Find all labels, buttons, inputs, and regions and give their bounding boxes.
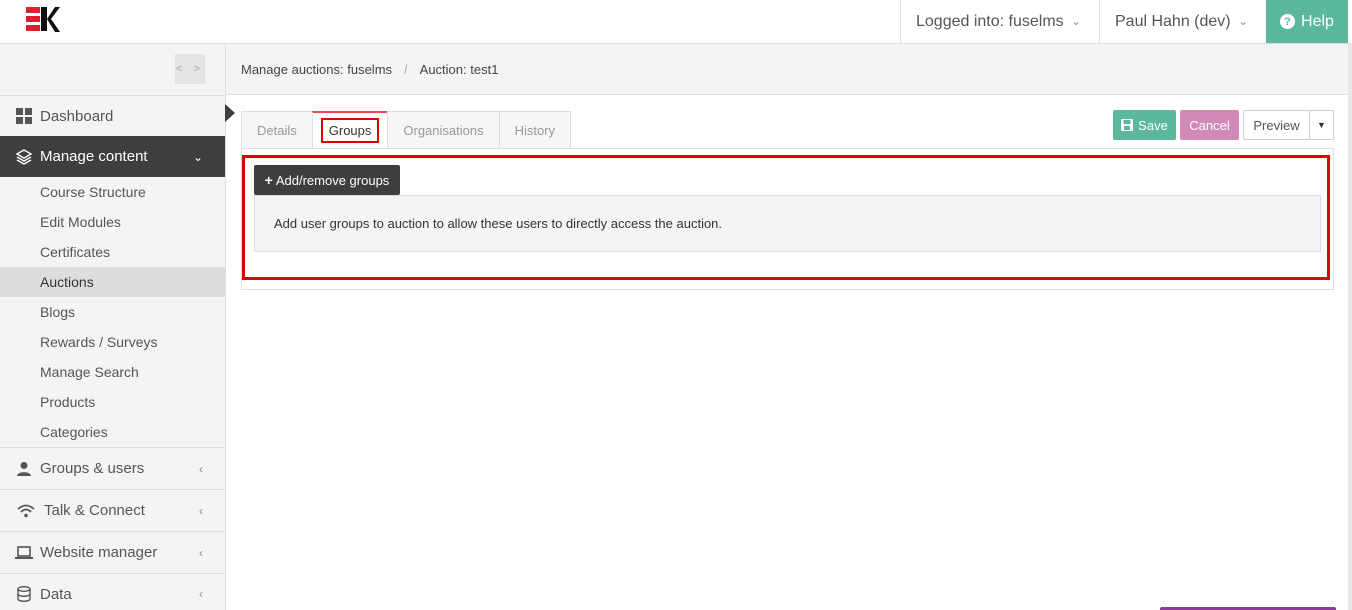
- sidebar-item-label: Talk & Connect: [44, 502, 145, 519]
- chevron-left-icon: ‹: [199, 587, 203, 601]
- plus-icon: +: [264, 172, 273, 188]
- help-label: Help: [1301, 12, 1334, 30]
- sidebar-item-data[interactable]: Data ‹: [0, 574, 225, 610]
- tab-groups[interactable]: Groups: [311, 111, 388, 149]
- chevron-left-icon: ‹: [199, 503, 203, 518]
- sidebar: < > Dashboard Manage content ⌄ Course St…: [0, 44, 226, 610]
- chevron-down-icon: ⌄: [1238, 16, 1248, 28]
- sidebar-subitem-auctions[interactable]: Auctions: [0, 267, 225, 297]
- preview-options-dropdown[interactable]: ▼: [1309, 110, 1334, 140]
- cancel-label: Cancel: [1189, 117, 1230, 133]
- floppy-disk-icon: [1121, 119, 1134, 131]
- sidebar-subitem-manage-search[interactable]: Manage Search: [0, 357, 225, 387]
- sidebar-item-manage-content[interactable]: Manage content ⌄: [0, 136, 225, 177]
- caret-down-icon: ▼: [1317, 120, 1326, 130]
- wifi-icon: [17, 503, 35, 519]
- tab-history[interactable]: History: [498, 111, 572, 149]
- sidebar-item-groups-users[interactable]: Groups & users ‹: [0, 448, 225, 489]
- groups-info-text: Add user groups to auction to allow thes…: [274, 216, 723, 231]
- sidebar-subitem-certificates[interactable]: Certificates: [0, 237, 225, 267]
- sidebar-subitem-course-structure[interactable]: Course Structure: [0, 177, 225, 207]
- chevron-down-icon: ⌄: [192, 149, 203, 164]
- sidebar-subitem-rewards-surveys[interactable]: Rewards / Surveys: [0, 327, 225, 357]
- active-section-pointer: [225, 104, 235, 122]
- chevron-down-icon: ⌄: [1071, 16, 1081, 28]
- page-scrollbar[interactable]: [1348, 44, 1352, 610]
- breadcrumb-auction: Auction: test1: [419, 61, 499, 77]
- question-circle-icon: ?: [1280, 14, 1296, 29]
- sidebar-item-label: Data: [40, 585, 72, 603]
- tab-bar: Details Groups Organisations History: [241, 111, 572, 149]
- chevrons-left-right-icon: < >: [176, 63, 204, 75]
- sidebar-item-label: Groups & users: [40, 460, 145, 477]
- sidebar-subitem-edit-modules[interactable]: Edit Modules: [0, 207, 225, 237]
- tab-details[interactable]: Details: [241, 111, 312, 149]
- breadcrumb-separator: /: [404, 61, 408, 77]
- top-bar: Logged into: fuselms ⌄ Paul Hahn (dev) ⌄…: [0, 0, 1352, 44]
- sidebar-subitem-blogs[interactable]: Blogs: [0, 297, 225, 327]
- tab-organisations[interactable]: Organisations: [387, 111, 499, 149]
- brand-logo[interactable]: [24, 4, 60, 36]
- sidebar-item-label: Dashboard: [40, 107, 114, 125]
- database-icon: [15, 586, 33, 602]
- sidebar-item-label: Manage content: [40, 148, 148, 165]
- chevron-left-icon: ‹: [199, 545, 203, 560]
- preview-button[interactable]: Preview: [1243, 110, 1310, 140]
- add-remove-groups-label: Add/remove groups: [275, 172, 390, 188]
- logged-into-dropdown[interactable]: Logged into: fuselms ⌄: [900, 0, 1100, 43]
- layers-icon: [15, 148, 33, 165]
- sidebar-item-label: Website manager: [40, 544, 158, 561]
- chevron-left-icon: ‹: [199, 461, 203, 476]
- sidebar-item-talk-connect[interactable]: Talk & Connect ‹: [0, 490, 225, 531]
- save-label: Save: [1138, 117, 1168, 133]
- breadcrumb-manage-auctions[interactable]: Manage auctions: fuselms: [241, 62, 392, 77]
- sidebar-collapse-button[interactable]: < >: [175, 54, 205, 84]
- add-remove-groups-button[interactable]: + Add/remove groups: [254, 165, 400, 195]
- tab-groups-label: Groups: [320, 118, 380, 143]
- sidebar-subitem-categories[interactable]: Categories: [0, 417, 225, 447]
- sidebar-item-website-manager[interactable]: Website manager ‹: [0, 532, 225, 573]
- user-menu-dropdown[interactable]: Paul Hahn (dev) ⌄: [1099, 0, 1266, 43]
- help-button[interactable]: ? Help: [1266, 0, 1348, 43]
- breadcrumb: Manage auctions: fuselms / Auction: test…: [226, 44, 1348, 95]
- sidebar-subitem-products[interactable]: Products: [0, 387, 225, 417]
- preview-label: Preview: [1253, 117, 1300, 133]
- save-button[interactable]: Save: [1113, 110, 1176, 140]
- dashboard-grid-icon: [15, 108, 33, 124]
- groups-info-message: Add user groups to auction to allow thes…: [254, 195, 1321, 252]
- logged-into-label: Logged into: fuselms: [916, 12, 1064, 30]
- user-icon: [15, 461, 33, 477]
- user-name-label: Paul Hahn (dev): [1115, 12, 1231, 30]
- cancel-button[interactable]: Cancel: [1180, 110, 1239, 140]
- laptop-icon: [15, 545, 33, 561]
- sidebar-item-dashboard[interactable]: Dashboard: [0, 96, 225, 136]
